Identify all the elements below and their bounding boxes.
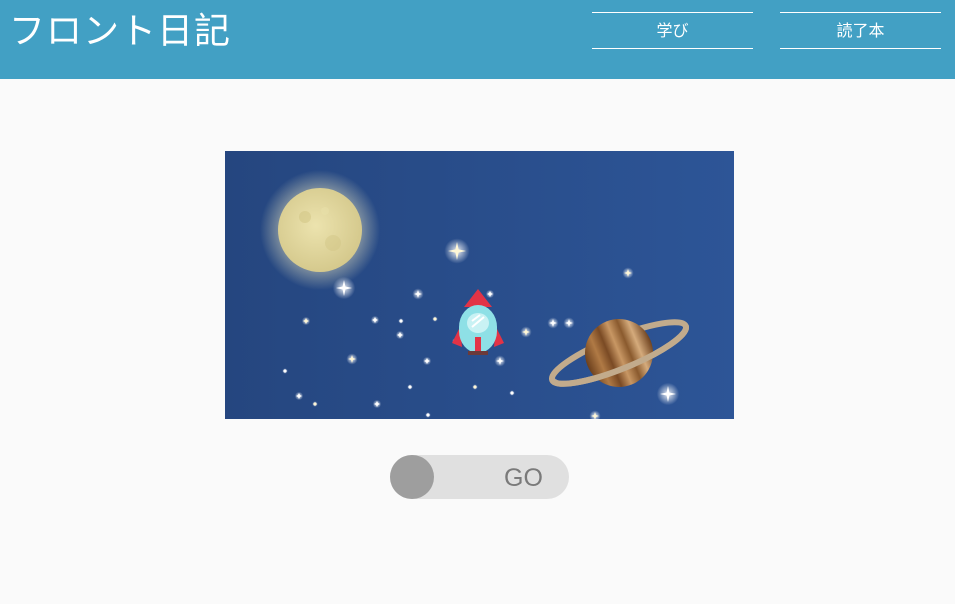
go-toggle-switch[interactable]: GO: [390, 455, 569, 499]
star-icon: [398, 318, 404, 324]
star-icon: [301, 316, 311, 326]
star-icon: [422, 356, 432, 366]
star-icon: [407, 384, 413, 390]
star-icon: [485, 289, 495, 299]
star-icon: [294, 391, 304, 401]
star-icon: [395, 330, 405, 340]
star-icon: [370, 315, 380, 325]
moon-icon: [260, 170, 380, 290]
star-icon: [563, 317, 575, 329]
star-icon: [425, 412, 431, 418]
star-icon: [312, 401, 318, 407]
toggle-label: GO: [504, 464, 543, 492]
star-icon: [656, 382, 680, 406]
star-icon: [494, 355, 506, 367]
star-icon: [346, 353, 358, 365]
site-header: フロント日記 学び 読了本: [0, 0, 955, 79]
space-scene: [225, 151, 734, 419]
toggle-knob[interactable]: [390, 455, 434, 499]
site-title[interactable]: フロント日記: [9, 10, 231, 54]
nav-link-books-read[interactable]: 読了本: [780, 12, 941, 49]
star-icon: [372, 399, 382, 409]
star-icon: [472, 384, 478, 390]
star-icon: [509, 390, 515, 396]
star-icon: [520, 326, 532, 338]
star-icon: [332, 276, 356, 300]
star-icon: [432, 316, 438, 322]
space-illustration: [225, 151, 734, 419]
star-icon: [412, 288, 424, 300]
star-icon: [282, 368, 288, 374]
star-icon: [622, 267, 634, 279]
star-icon: [444, 238, 470, 264]
star-icon: [547, 317, 559, 329]
nav-link-learning[interactable]: 学び: [592, 12, 753, 49]
